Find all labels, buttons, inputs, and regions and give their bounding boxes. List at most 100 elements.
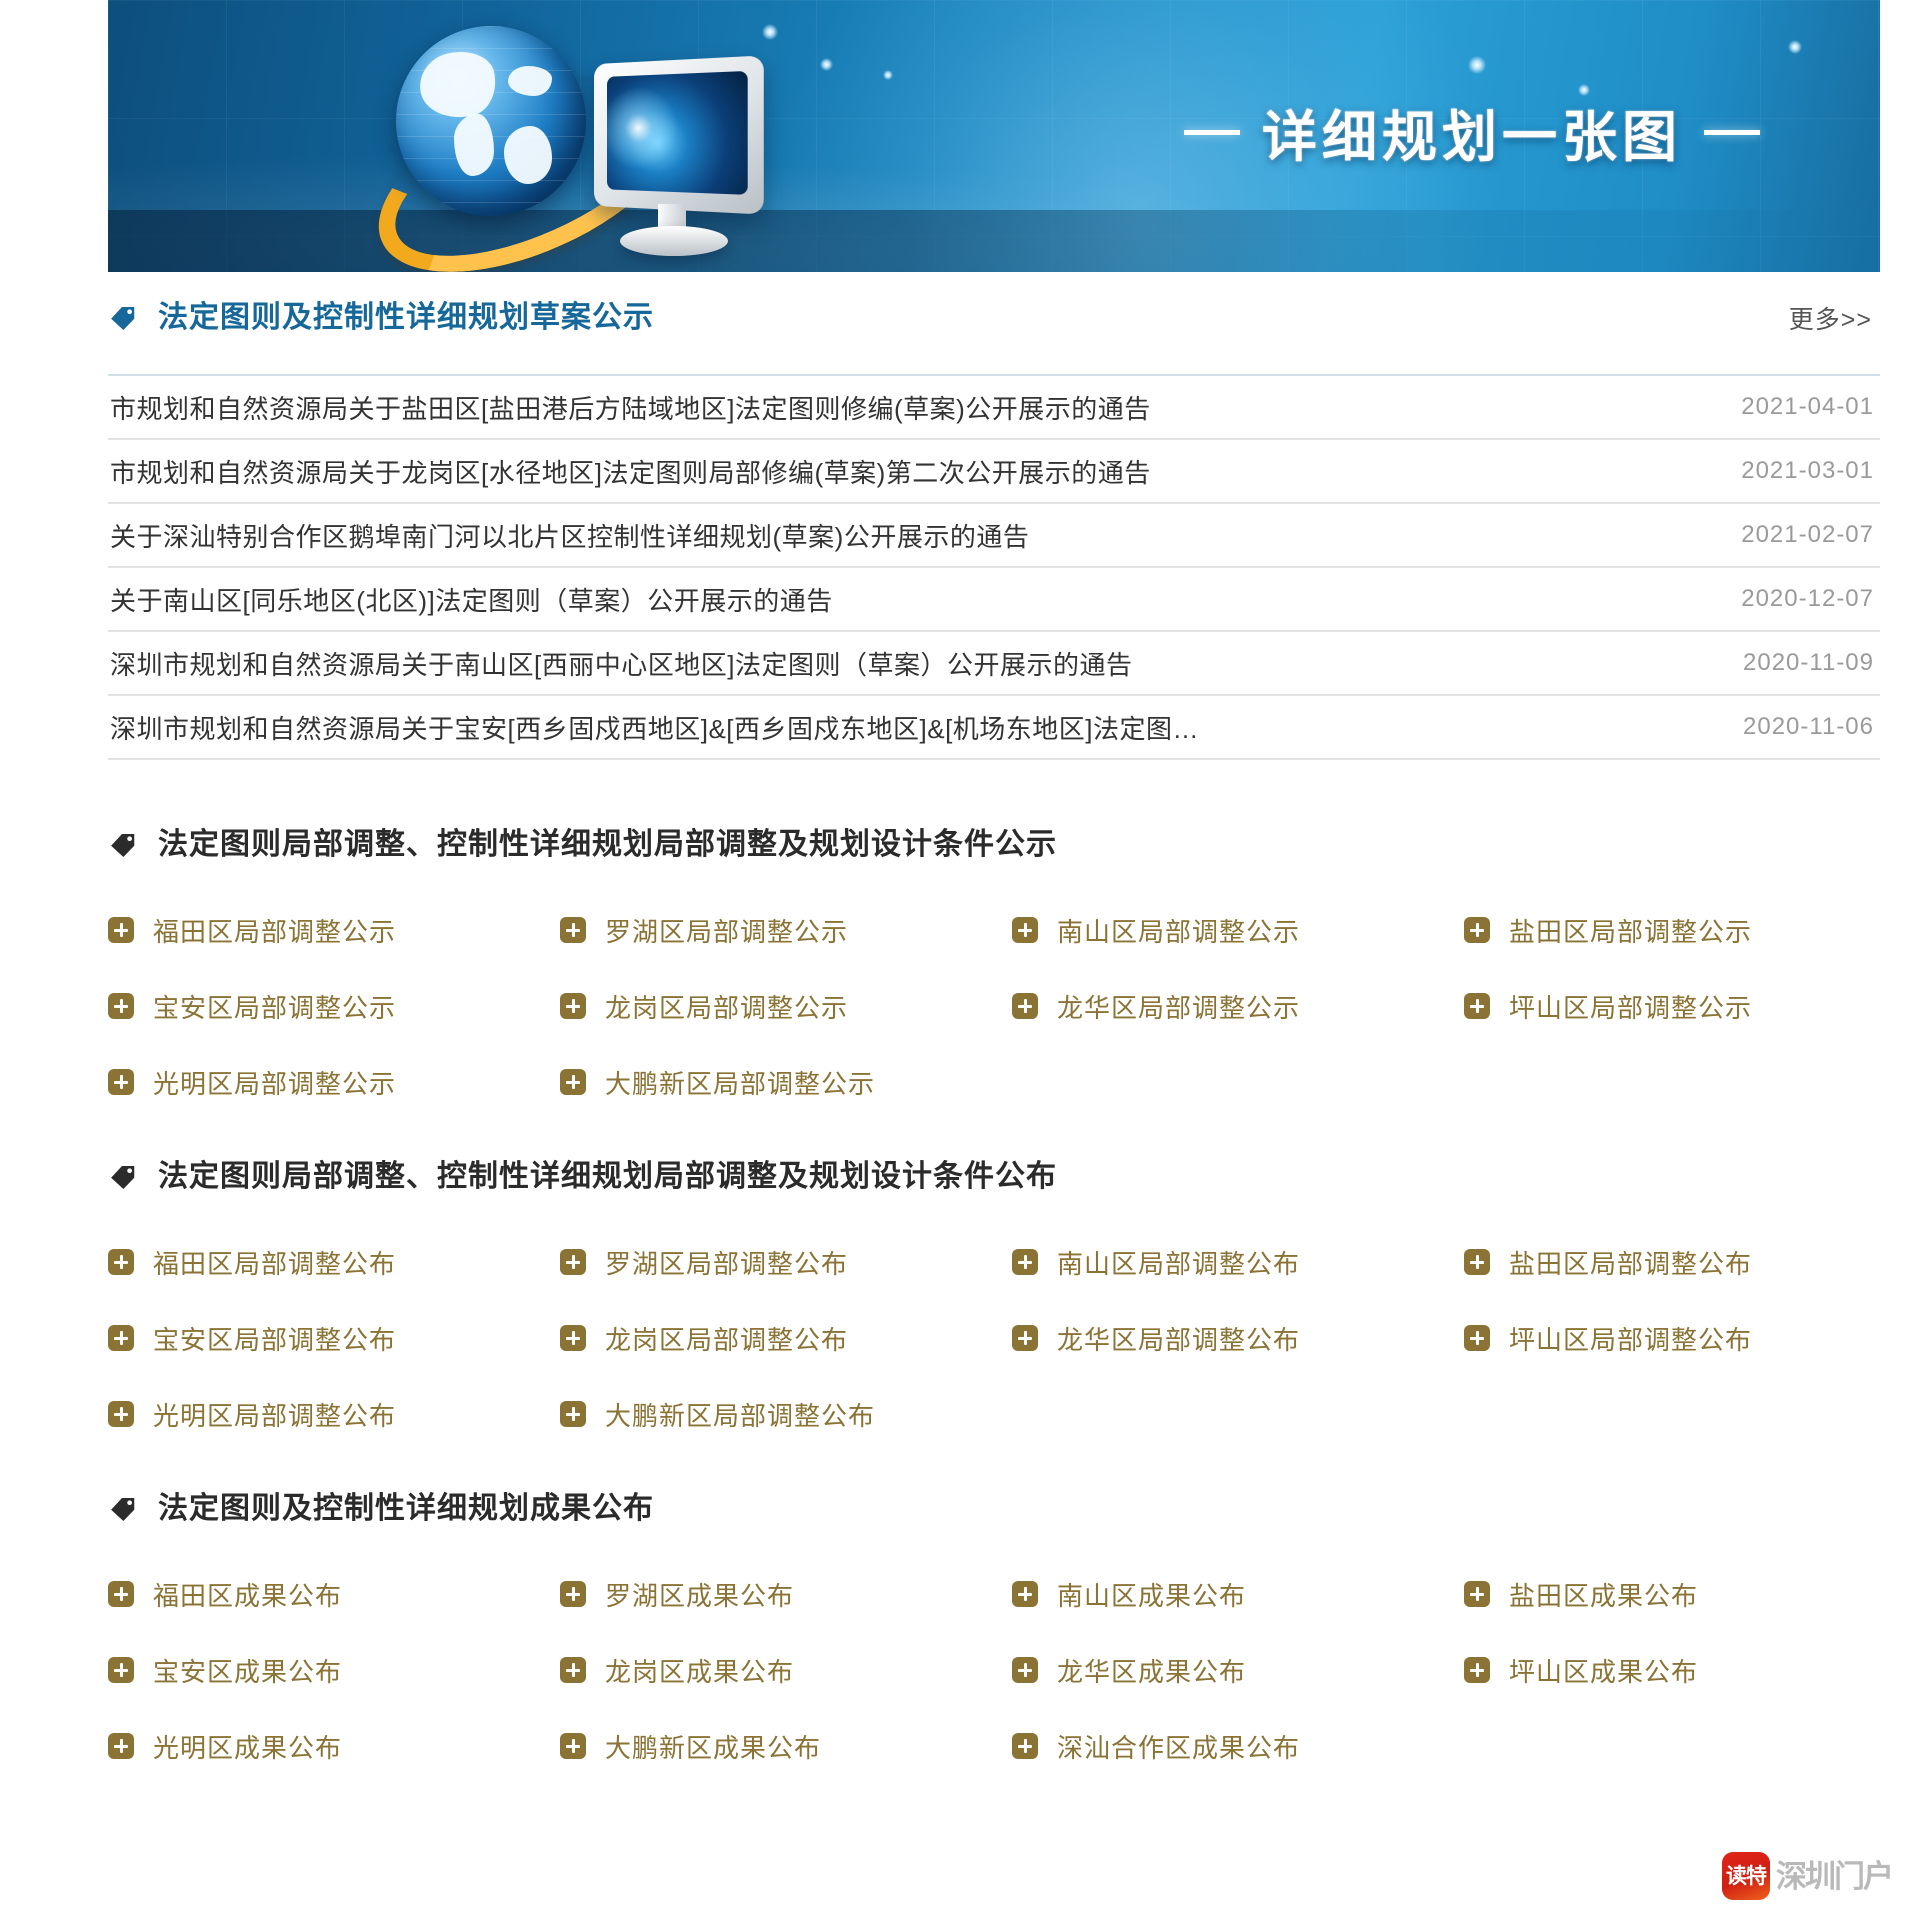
tag-icon bbox=[111, 1166, 135, 1189]
list-item[interactable]: 罗湖区成果公布 bbox=[560, 1556, 1012, 1632]
plus-icon bbox=[1464, 993, 1490, 1019]
list-item-label: 坪山区局部调整公示 bbox=[1509, 992, 1753, 1023]
plus-icon bbox=[1012, 1581, 1038, 1607]
list-item-label: 坪山区局部调整公布 bbox=[1509, 1324, 1753, 1355]
list-item[interactable]: 坪山区成果公布 bbox=[1464, 1632, 1880, 1708]
list-item[interactable]: 坪山区局部调整公示 bbox=[1464, 968, 1880, 1044]
list-item-label: 宝安区成果公布 bbox=[153, 1656, 343, 1687]
plus-icon bbox=[1012, 1657, 1038, 1683]
link-grid: 福田区成果公布 罗湖区成果公布 南山区成果公布 盐田区成果公布 宝安区成果公布 … bbox=[108, 1556, 1880, 1784]
list-item[interactable]: 罗湖区局部调整公布 bbox=[560, 1224, 1012, 1300]
sparkle-icon bbox=[883, 70, 893, 80]
list-item-label: 大鹏新区局部调整公示 bbox=[605, 1068, 876, 1099]
list-item[interactable]: 光明区成果公布 bbox=[108, 1708, 560, 1784]
list-item[interactable]: 龙岗区局部调整公示 bbox=[560, 968, 1012, 1044]
list-item[interactable]: 龙华区局部调整公示 bbox=[1012, 968, 1464, 1044]
banner-illustration bbox=[351, 8, 818, 272]
news-date: 2020-11-06 bbox=[1743, 713, 1874, 740]
section-header: 法定图则及控制性详细规划成果公布 bbox=[108, 1494, 1880, 1524]
section-header: 法定图则局部调整、控制性详细规划局部调整及规划设计条件公示 bbox=[108, 830, 1880, 860]
table-row[interactable]: 关于深汕特别合作区鹅埠南门河以北片区控制性详细规划(草案)公开展示的通告 202… bbox=[108, 504, 1880, 568]
list-item[interactable]: 坪山区局部调整公布 bbox=[1464, 1300, 1880, 1376]
list-item-label: 南山区局部调整公布 bbox=[1057, 1248, 1301, 1279]
plus-icon bbox=[1012, 993, 1038, 1019]
list-item[interactable]: 宝安区局部调整公示 bbox=[108, 968, 560, 1044]
news-date: 2021-02-07 bbox=[1741, 521, 1874, 548]
list-item-label: 光明区局部调整公示 bbox=[153, 1068, 397, 1099]
plus-icon bbox=[108, 993, 134, 1019]
list-item-label: 大鹏新区成果公布 bbox=[605, 1732, 822, 1763]
monitor-icon bbox=[594, 55, 764, 215]
list-item[interactable]: 光明区局部调整公示 bbox=[108, 1044, 560, 1120]
more-link[interactable]: 更多>> bbox=[1789, 300, 1872, 336]
list-item[interactable]: 福田区局部调整公布 bbox=[108, 1224, 560, 1300]
list-item[interactable]: 大鹏新区局部调整公布 bbox=[560, 1376, 1012, 1452]
list-item-label: 宝安区局部调整公示 bbox=[153, 992, 397, 1023]
list-item[interactable]: 深汕合作区成果公布 bbox=[1012, 1708, 1464, 1784]
plus-icon bbox=[560, 1069, 586, 1095]
list-item[interactable]: 盐田区局部调整公布 bbox=[1464, 1224, 1880, 1300]
list-item-label: 南山区成果公布 bbox=[1057, 1580, 1247, 1611]
banner-title: 详细规划一张图 bbox=[1261, 105, 1682, 169]
list-item-label: 盐田区局部调整公布 bbox=[1509, 1248, 1753, 1279]
table-row[interactable]: 市规划和自然资源局关于龙岗区[水径地区]法定图则局部修编(草案)第二次公开展示的… bbox=[108, 440, 1880, 504]
list-item[interactable]: 南山区成果公布 bbox=[1012, 1556, 1464, 1632]
plus-icon bbox=[560, 993, 586, 1019]
list-item[interactable]: 大鹏新区局部调整公示 bbox=[560, 1044, 1012, 1120]
list-item-label: 罗湖区局部调整公示 bbox=[605, 916, 849, 947]
banner-dash-right bbox=[1704, 129, 1760, 135]
table-row[interactable]: 深圳市规划和自然资源局关于宝安[西乡固戍西地区]&[西乡固戍东地区]&[机场东地… bbox=[108, 696, 1880, 760]
plus-icon bbox=[1012, 1325, 1038, 1351]
list-item[interactable]: 宝安区局部调整公布 bbox=[108, 1300, 560, 1376]
sparkle-icon bbox=[820, 58, 833, 71]
section-title: 法定图则及控制性详细规划草案公示 bbox=[158, 301, 654, 334]
news-title[interactable]: 市规划和自然资源局关于盐田区[盐田港后方陆域地区]法定图则修编(草案)公开展示的… bbox=[110, 389, 1151, 426]
banner-title-group: 详细规划一张图 bbox=[1183, 92, 1760, 172]
plus-icon bbox=[560, 1657, 586, 1683]
list-item[interactable]: 福田区成果公布 bbox=[108, 1556, 560, 1632]
plus-icon bbox=[108, 1249, 134, 1275]
watermark: 读特 深圳门户 bbox=[1722, 1852, 1894, 1900]
page-content: 法定图则及控制性详细规划草案公示 更多>> 市规划和自然资源局关于盐田区[盐田港… bbox=[108, 272, 1880, 1784]
news-date: 2020-12-07 bbox=[1741, 585, 1874, 612]
list-item[interactable]: 南山区局部调整公示 bbox=[1012, 892, 1464, 968]
news-title[interactable]: 深圳市规划和自然资源局关于南山区[西丽中心区地区]法定图则（草案）公开展示的通告 bbox=[110, 645, 1132, 682]
list-item[interactable]: 罗湖区局部调整公示 bbox=[560, 892, 1012, 968]
plus-icon bbox=[560, 1325, 586, 1351]
watermark-badge: 读特 bbox=[1722, 1852, 1770, 1900]
news-date: 2021-04-01 bbox=[1741, 393, 1874, 420]
plus-icon bbox=[108, 1325, 134, 1351]
table-row[interactable]: 深圳市规划和自然资源局关于南山区[西丽中心区地区]法定图则（草案）公开展示的通告… bbox=[108, 632, 1880, 696]
section-draft-publicity: 法定图则及控制性详细规划草案公示 更多>> 市规划和自然资源局关于盐田区[盐田港… bbox=[108, 272, 1880, 760]
link-grid: 福田区局部调整公布 罗湖区局部调整公布 南山区局部调整公布 盐田区局部调整公布 … bbox=[108, 1224, 1880, 1452]
list-item-label: 宝安区局部调整公布 bbox=[153, 1324, 397, 1355]
plus-icon bbox=[560, 1401, 586, 1427]
list-item[interactable]: 龙华区成果公布 bbox=[1012, 1632, 1464, 1708]
list-item-label: 光明区局部调整公布 bbox=[153, 1400, 397, 1431]
plus-icon bbox=[108, 917, 134, 943]
list-item[interactable]: 福田区局部调整公示 bbox=[108, 892, 560, 968]
section-title: 法定图则局部调整、控制性详细规划局部调整及规划设计条件公布 bbox=[158, 1160, 1057, 1193]
news-title[interactable]: 市规划和自然资源局关于龙岗区[水径地区]法定图则局部修编(草案)第二次公开展示的… bbox=[110, 453, 1151, 490]
section-results-announcement: 法定图则及控制性详细规划成果公布 福田区成果公布 罗湖区成果公布 南山区成果公布… bbox=[108, 1494, 1880, 1784]
list-item[interactable]: 盐田区局部调整公示 bbox=[1464, 892, 1880, 968]
list-item-label: 福田区局部调整公示 bbox=[153, 916, 397, 947]
list-item[interactable]: 光明区局部调整公布 bbox=[108, 1376, 560, 1452]
list-item[interactable]: 宝安区成果公布 bbox=[108, 1632, 560, 1708]
list-item[interactable]: 盐田区成果公布 bbox=[1464, 1556, 1880, 1632]
table-row[interactable]: 市规划和自然资源局关于盐田区[盐田港后方陆域地区]法定图则修编(草案)公开展示的… bbox=[108, 376, 1880, 440]
list-item[interactable]: 大鹏新区成果公布 bbox=[560, 1708, 1012, 1784]
list-item[interactable]: 龙华区局部调整公布 bbox=[1012, 1300, 1464, 1376]
list-item[interactable]: 龙岗区成果公布 bbox=[560, 1632, 1012, 1708]
plus-icon bbox=[560, 1733, 586, 1759]
table-row[interactable]: 关于南山区[同乐地区(北区)]法定图则（草案）公开展示的通告 2020-12-0… bbox=[108, 568, 1880, 632]
news-title[interactable]: 关于深汕特别合作区鹅埠南门河以北片区控制性详细规划(草案)公开展示的通告 bbox=[110, 517, 1029, 554]
plus-icon bbox=[108, 1401, 134, 1427]
plus-icon bbox=[560, 1581, 586, 1607]
page-banner: 详细规划一张图 bbox=[108, 0, 1880, 272]
sparkle-icon bbox=[1468, 56, 1486, 74]
news-title[interactable]: 关于南山区[同乐地区(北区)]法定图则（草案）公开展示的通告 bbox=[110, 581, 833, 618]
list-item[interactable]: 龙岗区局部调整公布 bbox=[560, 1300, 1012, 1376]
news-title[interactable]: 深圳市规划和自然资源局关于宝安[西乡固戍西地区]&[西乡固戍东地区]&[机场东地… bbox=[110, 709, 1199, 746]
list-item[interactable]: 南山区局部调整公布 bbox=[1012, 1224, 1464, 1300]
